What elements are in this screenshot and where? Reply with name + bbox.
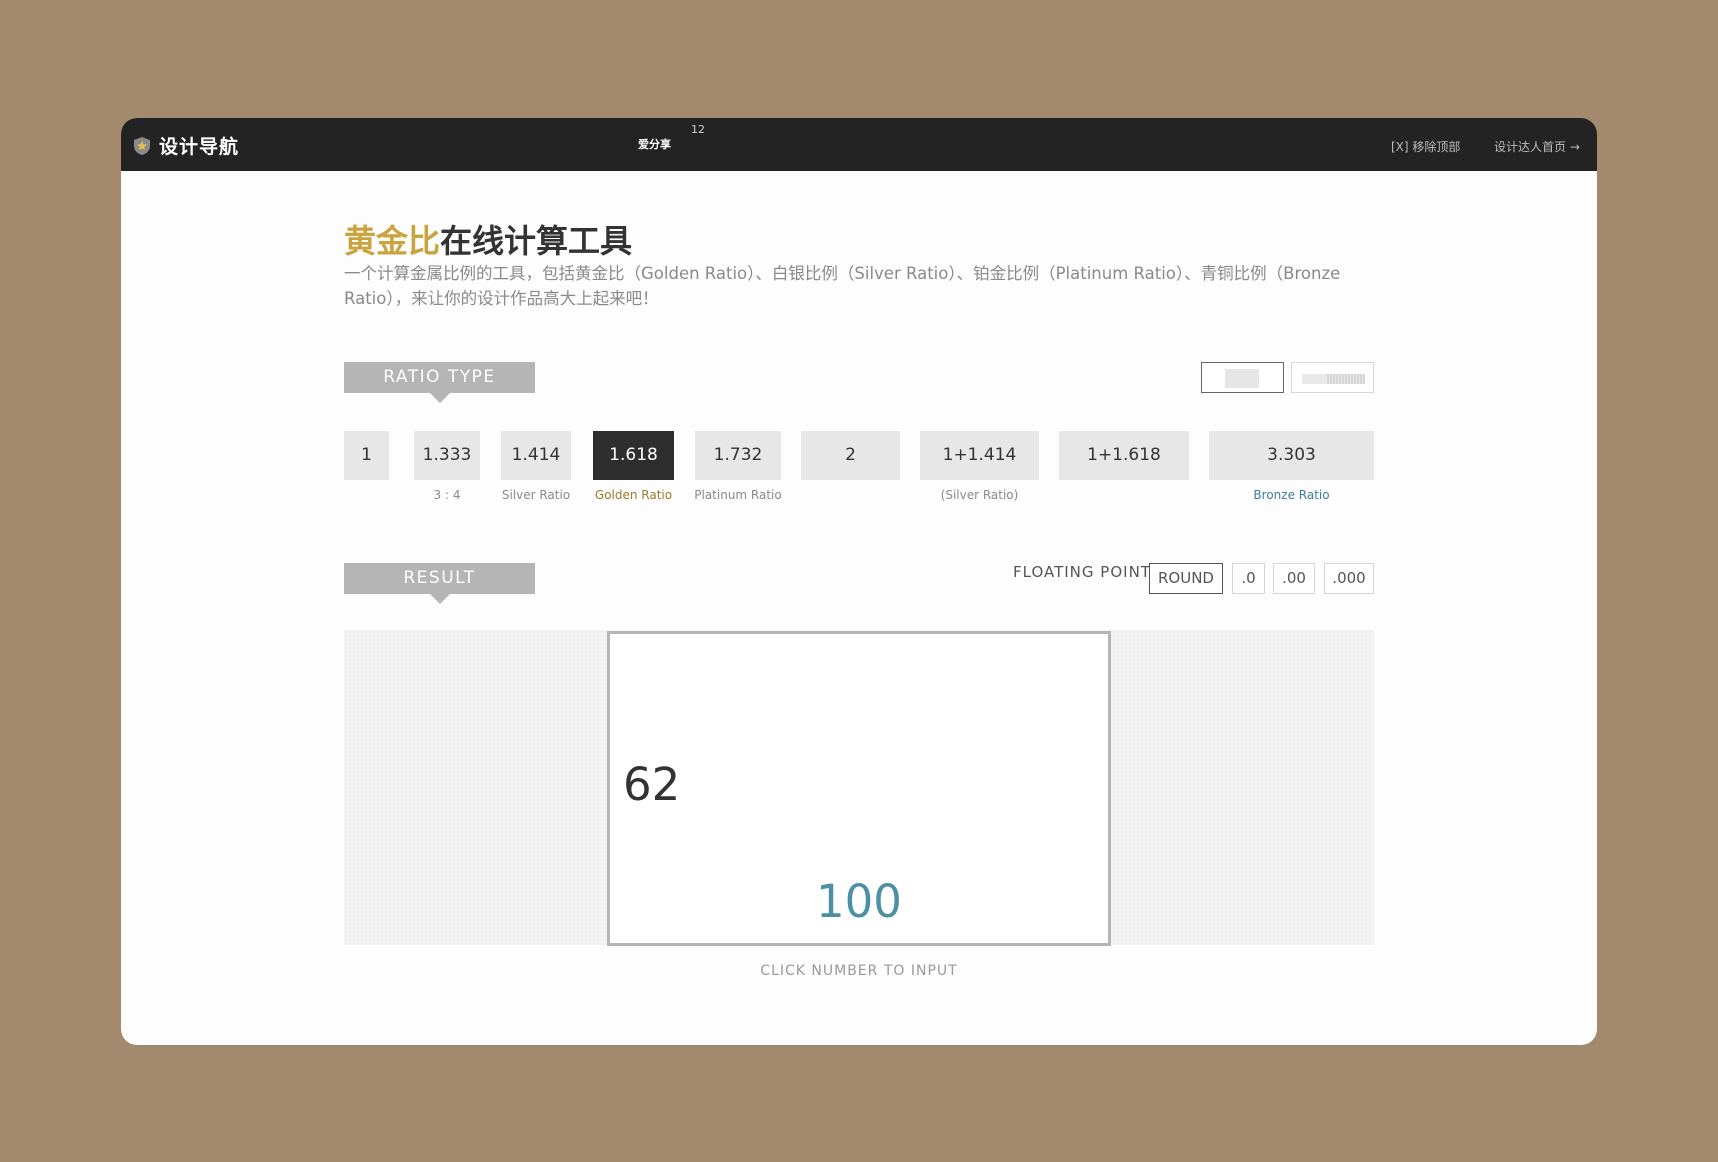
top-bar: 设计导航 爱分享 12 [X] 移除顶部 设计达人首页 →	[121, 118, 1597, 171]
ratio-button-1[interactable]: 1	[344, 431, 389, 480]
app-window: 设计导航 爱分享 12 [X] 移除顶部 设计达人首页 → 黄金比在线计算工具 …	[121, 118, 1597, 1045]
ratio-button-1+1.414[interactable]: 1+1.414	[920, 431, 1039, 480]
decimal-3-button[interactable]: .000	[1324, 563, 1374, 594]
ratio-button-2[interactable]: 2	[801, 431, 900, 480]
decimal-2-button[interactable]: .00	[1273, 563, 1315, 594]
split-view-button[interactable]	[1291, 362, 1374, 393]
input-hint: CLICK NUMBER TO INPUT	[760, 963, 958, 979]
brand-name: 设计导航	[159, 136, 240, 158]
floating-point-label: FLOATING POINT	[1013, 563, 1151, 581]
ratio-label-1.732: Platinum Ratio	[694, 488, 782, 502]
width-value-input[interactable]: 100	[607, 875, 1111, 928]
split-view-icon	[1302, 374, 1327, 384]
ratio-button-1.414[interactable]: 1.414	[501, 431, 571, 480]
brand[interactable]: 设计导航	[133, 132, 239, 159]
ratio-label-1.618: Golden Ratio	[594, 488, 673, 502]
ratio-label-1+1.414: (Silver Ratio)	[940, 488, 1019, 502]
single-view-button[interactable]	[1201, 362, 1284, 393]
shield-star-icon	[134, 136, 150, 155]
height-value-input[interactable]: 62	[623, 758, 680, 811]
ratio-label-1.333: 3 : 4	[433, 488, 461, 502]
split-view-pattern	[1327, 374, 1365, 384]
title-highlight: 黄金比	[344, 222, 441, 260]
ratio-button-3.303[interactable]: 3.303	[1209, 431, 1374, 480]
single-view-icon	[1225, 369, 1259, 388]
ratio-button-1.732[interactable]: 1.732	[695, 431, 781, 480]
decimal-1-button[interactable]: .0	[1232, 563, 1265, 594]
ratio-label-3.303: Bronze Ratio	[1253, 488, 1330, 502]
remove-top-link[interactable]: [X] 移除顶部	[1391, 138, 1460, 155]
title-rest: 在线计算工具	[440, 222, 633, 260]
ratio-type-tag: RATIO TYPE	[344, 362, 535, 403]
ratio-label-1.414: Silver Ratio	[501, 488, 571, 502]
ratio-button-1+1.618[interactable]: 1+1.618	[1059, 431, 1189, 480]
share-link[interactable]: 爱分享	[638, 136, 671, 152]
share-count: 12	[691, 123, 705, 136]
page-description: 一个计算金属比例的工具，包括黄金比（Golden Ratio）、白银比例（Sil…	[344, 264, 1341, 308]
home-link[interactable]: 设计达人首页 →	[1494, 138, 1580, 155]
round-button[interactable]: ROUND	[1149, 563, 1223, 594]
result-tag: RESULT	[344, 563, 535, 604]
ratio-button-1.618[interactable]: 1.618	[593, 431, 674, 480]
ratio-button-1.333[interactable]: 1.333	[414, 431, 480, 480]
page-title: 黄金比在线计算工具	[344, 216, 632, 262]
